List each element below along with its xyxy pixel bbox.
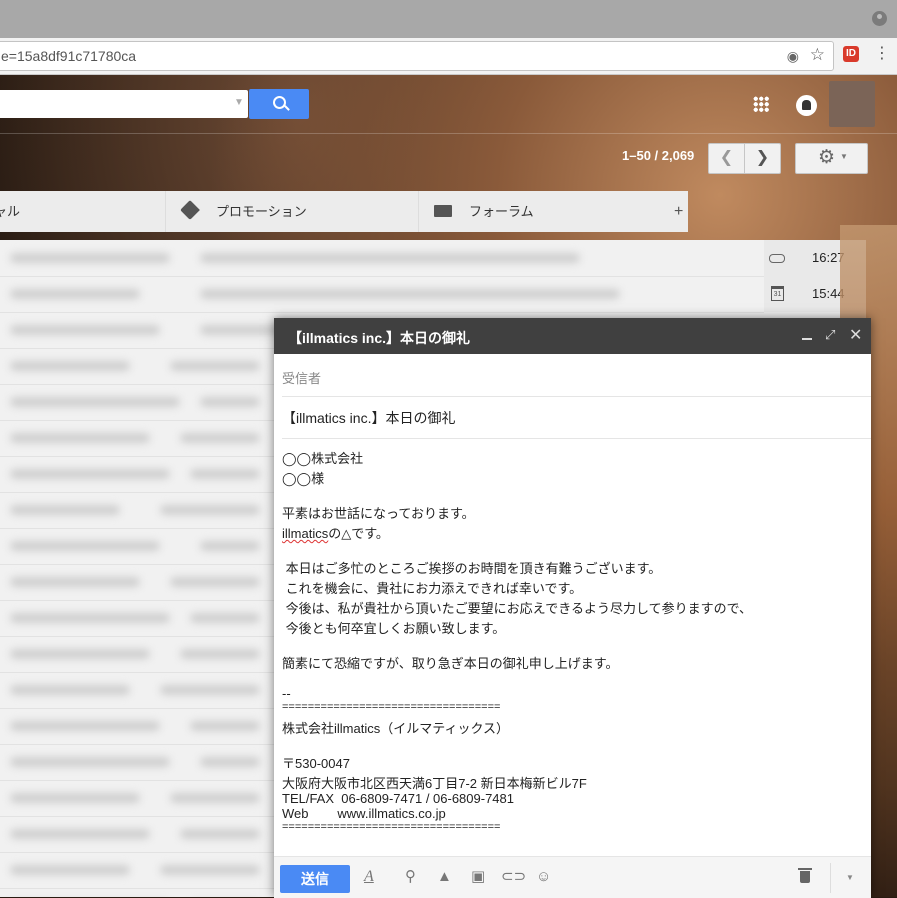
minimize-icon[interactable] <box>802 338 812 340</box>
body-line: ================================== <box>282 701 501 713</box>
settings-button[interactable]: ⚙ ▼ <box>795 143 868 174</box>
compose-toolbar: 送信 A ⚲ ▲ ▣ ⊂⊃ ☺ ▼ <box>274 856 871 898</box>
drive-icon[interactable]: ▲ <box>437 868 452 886</box>
body-text-fragment: の△です。 <box>328 526 389 541</box>
gear-icon: ⚙ <box>818 147 836 168</box>
paperclip-icon[interactable]: ⚲ <box>405 868 416 886</box>
list-item-meta: 31 15:44 <box>764 276 866 312</box>
tab-label: プロモーション <box>216 204 307 219</box>
body-line: ◯◯株式会社 <box>282 451 364 466</box>
apps-grid-icon[interactable] <box>753 96 769 112</box>
trash-icon[interactable] <box>798 868 812 883</box>
compose-title: 【illmatics inc.】本日の御礼 <box>288 330 471 346</box>
link-icon[interactable]: ⊂⊃ <box>501 868 526 886</box>
more-options-icon[interactable]: ▼ <box>846 873 854 882</box>
list-meta-column: 16:27 31 15:44 <box>764 240 866 312</box>
calendar-icon: 31 <box>771 286 784 301</box>
compose-window: 【illmatics inc.】本日の御礼 ⤢ ✕ 受信者 【illmatics… <box>274 318 871 898</box>
paperclip-icon <box>769 254 785 263</box>
address-bar[interactable]: e=15a8df91c71780ca ◉ ☆ <box>0 41 834 71</box>
body-line: 株式会社illmatics（イルマティックス） <box>282 721 510 736</box>
browser-titlebar <box>0 0 897 38</box>
chevron-down-icon: ▼ <box>840 152 848 161</box>
tab-promotions[interactable]: プロモーション <box>166 191 419 232</box>
expand-icon[interactable]: ⤢ <box>825 327 835 343</box>
category-tabs: ャル プロモーション フォーラム + <box>0 191 688 232</box>
body-line: TEL/FAX 06-6809-7471 / 06-6809-7481 <box>282 791 514 806</box>
tag-icon <box>180 200 200 220</box>
recipients-field[interactable]: 受信者 <box>282 354 871 397</box>
send-button[interactable]: 送信 <box>280 865 350 893</box>
misspelled-word[interactable]: illmatics <box>282 526 328 541</box>
body-line: -- <box>282 686 291 701</box>
image-icon[interactable]: ▣ <box>471 868 485 886</box>
browser-toolbar: e=15a8df91c71780ca ◉ ☆ <box>0 38 897 75</box>
divider <box>0 133 897 134</box>
recipients-placeholder: 受信者 <box>282 371 322 386</box>
list-item[interactable] <box>0 240 764 277</box>
url-text: e=15a8df91c71780ca <box>1 48 137 64</box>
avatar[interactable] <box>829 81 875 127</box>
tab-label: ャル <box>0 204 21 219</box>
tab-forums[interactable]: フォーラム <box>419 191 688 232</box>
close-icon[interactable]: ✕ <box>849 325 862 345</box>
body-line: illmaticsの△です。 <box>282 523 389 542</box>
list-item[interactable] <box>0 276 764 313</box>
eye-icon[interactable]: ◉ <box>787 48 799 65</box>
next-page-button[interactable]: ❯ <box>745 144 780 173</box>
search-input[interactable]: ▼ <box>0 90 248 118</box>
body-line: 今後は、私が貴社から頂いたご要望にお応えできるよう尽力して参りますので、 <box>282 601 753 616</box>
body-line: 平素はお世話になっております。 <box>282 506 475 521</box>
forum-icon <box>434 205 452 217</box>
body-line: 〒530-0047 <box>282 756 350 771</box>
list-item-meta: 16:27 <box>764 240 866 276</box>
profile-icon[interactable] <box>872 11 887 26</box>
tab-label: フォーラム <box>469 204 534 219</box>
body-line: Web www.illmatics.co.jp <box>282 806 446 821</box>
compose-header[interactable]: 【illmatics inc.】本日の御礼 ⤢ ✕ <box>274 318 871 354</box>
body-line: これを機会に、貴社にお力添えできれば幸いです。 <box>282 581 583 596</box>
notifications-icon[interactable] <box>796 95 817 116</box>
formatting-icon[interactable]: A <box>364 868 374 886</box>
body-line: ◯◯様 <box>282 471 325 486</box>
search-options-icon[interactable]: ▼ <box>234 97 244 108</box>
time-label: 16:27 <box>812 250 845 265</box>
pagination: ❮ ❯ <box>708 143 781 174</box>
tab-social[interactable]: ャル <box>0 191 166 232</box>
subject-text: 【illmatics inc.】本日の御礼 <box>282 410 456 426</box>
search-icon <box>273 96 286 109</box>
add-tab-button[interactable]: + <box>674 191 683 232</box>
page-count: 1–50 / 2,069 <box>622 148 695 163</box>
time-label: 15:44 <box>812 286 845 301</box>
body-line: 本日はご多忙のところご挨拶のお時間を頂き有難うございます。 <box>282 561 662 576</box>
prev-page-button[interactable]: ❮ <box>709 144 745 173</box>
search-button[interactable] <box>249 89 309 119</box>
body-line: 簡素にて恐縮ですが、取り急ぎ本日の御礼申し上げます。 <box>282 656 619 671</box>
subject-field[interactable]: 【illmatics inc.】本日の御礼 <box>282 397 871 439</box>
emoji-icon[interactable]: ☺ <box>536 868 551 886</box>
body-line: ================================== <box>282 821 501 833</box>
body-line: 今後とも何卒宜しくお願い致します。 <box>282 621 506 636</box>
body-line: 大阪府大阪市北区西天満6丁目7-2 新日本梅新ビル7F <box>282 776 587 791</box>
kebab-menu-icon[interactable]: ⋮ <box>874 44 890 64</box>
star-icon[interactable]: ☆ <box>810 45 825 65</box>
divider <box>830 863 831 893</box>
extension-icon[interactable]: ID <box>843 46 859 62</box>
